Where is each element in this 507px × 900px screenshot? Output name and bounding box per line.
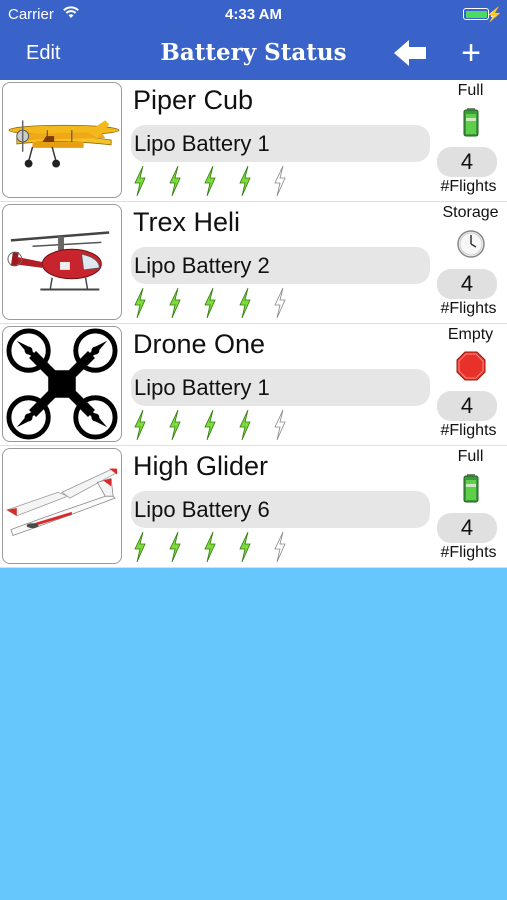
empty-bolt-icon <box>274 531 286 563</box>
full-battery-icon <box>463 474 479 503</box>
battery-list: Piper Cub Lipo Battery 1 Full 4 #Flights <box>0 80 507 568</box>
status-label: Full <box>457 82 484 99</box>
charge-bolt-icon <box>239 287 251 319</box>
charge-bolt-icon <box>169 165 181 197</box>
empty-bolt-icon <box>274 409 286 441</box>
clock-time: 4:33 AM <box>225 6 282 23</box>
full-battery-icon <box>463 108 479 137</box>
flight-count: 4 <box>437 269 497 299</box>
battery-name: Lipo Battery 1 <box>131 125 430 162</box>
navigation-bar: Edit Battery Status + <box>0 30 507 80</box>
charge-bolt-icon <box>169 287 181 319</box>
aircraft-name: High Glider <box>133 451 269 481</box>
status-label: Full <box>457 448 484 465</box>
battery-name: Lipo Battery 6 <box>131 491 430 528</box>
glider-image <box>2 448 122 564</box>
list-item[interactable]: High Glider Lipo Battery 6 Full 4 #Fligh… <box>0 446 507 568</box>
charge-bolt-icon <box>134 165 146 197</box>
battery-name: Lipo Battery 1 <box>131 369 430 406</box>
charge-bolt-icon <box>204 409 216 441</box>
stop-sign-icon <box>456 351 486 381</box>
charge-bolt-icon <box>204 287 216 319</box>
status-label: Empty <box>447 326 494 343</box>
empty-bolt-icon <box>274 287 286 319</box>
list-item[interactable]: Drone One Lipo Battery 1 Empty 4 #Flight… <box>0 324 507 446</box>
flights-label: #Flights <box>440 422 497 439</box>
list-item[interactable]: Piper Cub Lipo Battery 1 Full 4 #Flights <box>0 80 507 202</box>
charging-bolt-icon: ⚡ <box>485 6 503 22</box>
aircraft-name: Piper Cub <box>133 85 254 115</box>
status-bar: Carrier 4:33 AM ⚡ <box>0 0 507 30</box>
flights-label: #Flights <box>440 300 497 317</box>
charge-bolt-icon <box>239 165 251 197</box>
charge-bolt-icon <box>239 531 251 563</box>
charge-bolt-icon <box>169 531 181 563</box>
charge-bolt-icon <box>134 287 146 319</box>
add-button[interactable]: + <box>457 36 485 70</box>
aircraft-name: Drone One <box>133 329 266 359</box>
biplane-image <box>2 82 122 198</box>
charge-bolt-icon <box>169 409 181 441</box>
quadcopter-image <box>2 326 122 442</box>
flight-count: 4 <box>437 391 497 421</box>
helicopter-image <box>2 204 122 320</box>
charge-bolt-icon <box>134 531 146 563</box>
flight-count: 4 <box>437 513 497 543</box>
status-label: Storage <box>442 204 499 221</box>
charge-bolt-icon <box>204 531 216 563</box>
page-title: Battery Status <box>160 39 347 66</box>
empty-bolt-icon <box>274 165 286 197</box>
flight-count: 4 <box>437 147 497 177</box>
charge-bolt-icon <box>204 165 216 197</box>
clock-icon <box>457 230 485 258</box>
charge-bolt-icon <box>239 409 251 441</box>
flights-label: #Flights <box>440 544 497 561</box>
list-item[interactable]: Trex Heli Lipo Battery 2 Storage 4 #Flig… <box>0 202 507 324</box>
charge-bolt-icon <box>134 409 146 441</box>
battery-name: Lipo Battery 2 <box>131 247 430 284</box>
arrow-left-icon[interactable] <box>392 38 428 68</box>
flights-label: #Flights <box>440 178 497 195</box>
aircraft-name: Trex Heli <box>133 207 241 237</box>
